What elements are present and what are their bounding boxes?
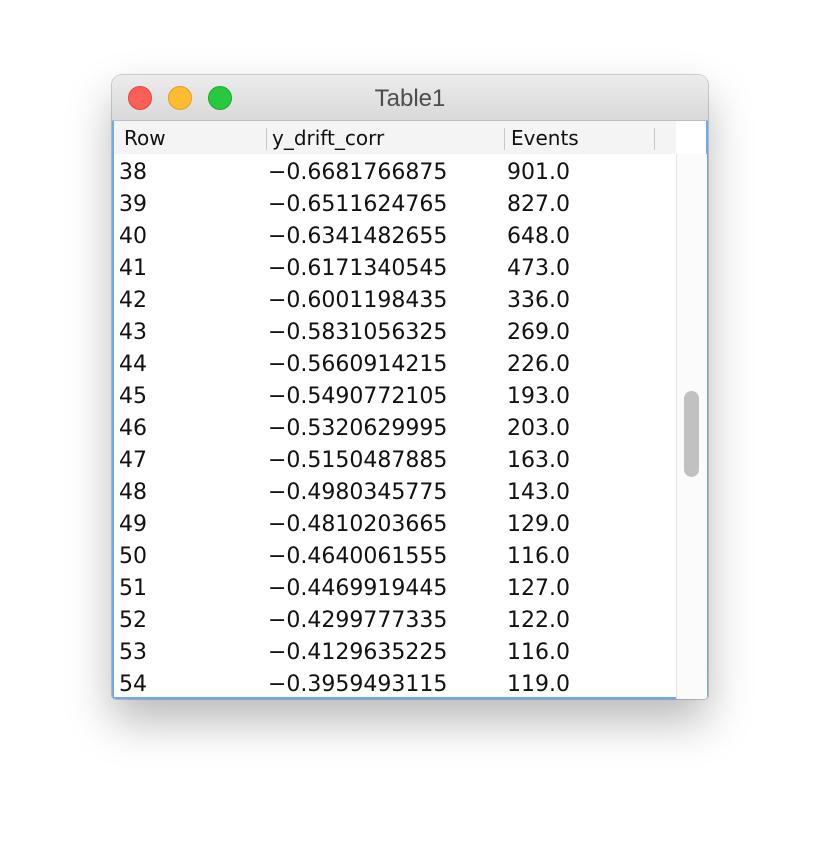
table-row[interactable]: 48 −0.4980345775 143.0 — [114, 477, 676, 509]
column-divider[interactable] — [266, 128, 267, 150]
cell-y-drift-corr[interactable]: −0.5150487885 — [268, 445, 447, 477]
cell-row-number[interactable]: 47 — [119, 445, 147, 477]
cell-row-number[interactable]: 52 — [119, 605, 147, 637]
cell-events[interactable]: 116.0 — [507, 541, 570, 573]
table-row[interactable]: 45 −0.5490772105 193.0 — [114, 381, 676, 413]
cell-row-number[interactable]: 42 — [119, 285, 147, 317]
cell-events[interactable]: 203.0 — [507, 413, 570, 445]
table-row[interactable]: 49 −0.4810203665 129.0 — [114, 509, 676, 541]
cell-row-number[interactable]: 45 — [119, 381, 147, 413]
cell-y-drift-corr[interactable]: −0.4640061555 — [268, 541, 447, 573]
scrollbar-thumb[interactable] — [684, 391, 699, 477]
cell-row-number[interactable]: 49 — [119, 509, 147, 541]
cell-row-number[interactable]: 38 — [119, 157, 147, 189]
cell-events[interactable]: 143.0 — [507, 477, 570, 509]
cell-y-drift-corr[interactable]: −0.5831056325 — [268, 317, 447, 349]
window-title: Table1 — [374, 85, 446, 112]
vertical-scrollbar[interactable] — [676, 154, 707, 699]
table-row[interactable]: 51 −0.4469919445 127.0 — [114, 573, 676, 605]
cell-row-number[interactable]: 48 — [119, 477, 147, 509]
cell-events[interactable]: 226.0 — [507, 349, 570, 381]
column-divider[interactable] — [504, 128, 505, 150]
table-window: Table1 Row y_drift_corr Events 38 −0.6681… — [112, 75, 708, 699]
table-row[interactable]: 50 −0.4640061555 116.0 — [114, 541, 676, 573]
cell-y-drift-corr[interactable]: −0.4129635225 — [268, 637, 447, 669]
table-header: Row y_drift_corr Events — [114, 121, 676, 154]
table-view[interactable]: Row y_drift_corr Events 38 −0.6681766875 9… — [112, 121, 708, 699]
cell-y-drift-corr[interactable]: −0.5660914215 — [268, 349, 447, 381]
cell-row-number[interactable]: 53 — [119, 637, 147, 669]
title-bar[interactable]: Table1 — [112, 75, 708, 121]
cell-events[interactable]: 648.0 — [507, 221, 570, 253]
table-row[interactable]: 39 −0.6511624765 827.0 — [114, 189, 676, 221]
column-header-events[interactable]: Events — [511, 126, 579, 150]
cell-y-drift-corr[interactable]: −0.6341482655 — [268, 221, 447, 253]
cell-row-number[interactable]: 50 — [119, 541, 147, 573]
table-row[interactable]: 42 −0.6001198435 336.0 — [114, 285, 676, 317]
cell-events[interactable]: 127.0 — [507, 573, 570, 605]
table-row[interactable]: 54 −0.3959493115 119.0 — [114, 669, 676, 699]
column-header-y-drift-corr[interactable]: y_drift_corr — [272, 126, 384, 150]
cell-y-drift-corr[interactable]: −0.4810203665 — [268, 509, 447, 541]
cell-row-number[interactable]: 44 — [119, 349, 147, 381]
cell-row-number[interactable]: 46 — [119, 413, 147, 445]
cell-events[interactable]: 473.0 — [507, 253, 570, 285]
table-row[interactable]: 43 −0.5831056325 269.0 — [114, 317, 676, 349]
column-divider[interactable] — [654, 128, 655, 150]
table-row[interactable]: 41 −0.6171340545 473.0 — [114, 253, 676, 285]
cell-events[interactable]: 336.0 — [507, 285, 570, 317]
cell-y-drift-corr[interactable]: −0.6171340545 — [268, 253, 447, 285]
cell-events[interactable]: 269.0 — [507, 317, 570, 349]
cell-y-drift-corr[interactable]: −0.6681766875 — [268, 157, 447, 189]
cell-y-drift-corr[interactable]: −0.4469919445 — [268, 573, 447, 605]
cell-events[interactable]: 901.0 — [507, 157, 570, 189]
cell-y-drift-corr[interactable]: −0.4980345775 — [268, 477, 447, 509]
cell-events[interactable]: 129.0 — [507, 509, 570, 541]
table-row[interactable]: 52 −0.4299777335 122.0 — [114, 605, 676, 637]
cell-row-number[interactable]: 41 — [119, 253, 147, 285]
table-row[interactable]: 46 −0.5320629995 203.0 — [114, 413, 676, 445]
cell-y-drift-corr[interactable]: −0.3959493115 — [268, 669, 447, 699]
table-row[interactable]: 44 −0.5660914215 226.0 — [114, 349, 676, 381]
table-row[interactable]: 53 −0.4129635225 116.0 — [114, 637, 676, 669]
cell-events[interactable]: 827.0 — [507, 189, 570, 221]
cell-events[interactable]: 116.0 — [507, 637, 570, 669]
table-row[interactable]: 38 −0.6681766875 901.0 — [114, 157, 676, 189]
cell-row-number[interactable]: 39 — [119, 189, 147, 221]
cell-y-drift-corr[interactable]: −0.4299777335 — [268, 605, 447, 637]
table-row[interactable]: 40 −0.6341482655 648.0 — [114, 221, 676, 253]
cell-row-number[interactable]: 40 — [119, 221, 147, 253]
cell-row-number[interactable]: 51 — [119, 573, 147, 605]
cell-row-number[interactable]: 43 — [119, 317, 147, 349]
cell-events[interactable]: 163.0 — [507, 445, 570, 477]
cell-y-drift-corr[interactable]: −0.6001198435 — [268, 285, 447, 317]
cell-y-drift-corr[interactable]: −0.6511624765 — [268, 189, 447, 221]
cell-events[interactable]: 119.0 — [507, 669, 570, 699]
cell-y-drift-corr[interactable]: −0.5490772105 — [268, 381, 447, 413]
cell-y-drift-corr[interactable]: −0.5320629995 — [268, 413, 447, 445]
header-corner — [676, 121, 706, 154]
cell-events[interactable]: 122.0 — [507, 605, 570, 637]
cell-row-number[interactable]: 54 — [119, 669, 147, 699]
column-header-row[interactable]: Row — [124, 126, 166, 150]
table-row[interactable]: 47 −0.5150487885 163.0 — [114, 445, 676, 477]
table-body: 38 −0.6681766875 901.0 39 −0.6511624765 827.0… — [114, 157, 676, 699]
cell-events[interactable]: 193.0 — [507, 381, 570, 413]
